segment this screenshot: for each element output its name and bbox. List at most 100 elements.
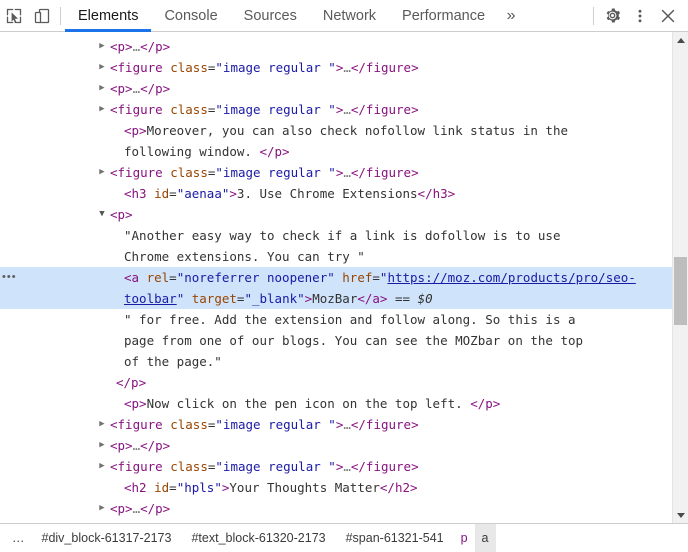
dom-tree-row[interactable]: following window. </p>	[0, 141, 672, 162]
scrollbar-thumb[interactable]	[674, 257, 687, 325]
dom-tree-row-content: <p>	[110, 207, 133, 222]
expand-triangle-icon[interactable]: ▶	[96, 36, 108, 57]
dom-token-tg: <p>	[110, 81, 133, 96]
dom-tree-row[interactable]: ▶ <figure class="image regular ">…</figur…	[0, 99, 672, 120]
expand-triangle-icon[interactable]: ▶	[96, 162, 108, 183]
dom-tree-row[interactable]: ▶<p>…</p>	[0, 498, 672, 519]
dom-token-an: class	[170, 417, 208, 432]
dom-tree-row-content: <figure class="image regular ">…</figure…	[110, 417, 419, 432]
dom-token-tg: </p>	[116, 375, 147, 390]
dom-token-tg: </figure>	[350, 459, 419, 474]
tab-console[interactable]: Console	[151, 0, 230, 32]
dom-token-tg: </figure>	[350, 102, 419, 117]
expand-triangle-icon[interactable]: ▶	[96, 99, 108, 120]
more-tabs-icon[interactable]: »	[498, 0, 524, 32]
dom-tree[interactable]: ▶ <p>…</p> ▶ <figure class="image regular "…	[0, 32, 672, 523]
dom-token-tg: <figure	[110, 60, 163, 75]
dom-tree-row[interactable]: ▶<p>…</p>	[0, 435, 672, 456]
dom-token-tg: </p>	[140, 522, 170, 523]
breadcrumb-item[interactable]: p	[454, 524, 475, 552]
breadcrumb-item[interactable]: #text_block-61320-2173	[181, 524, 335, 552]
dom-token-tg: <p>	[124, 396, 147, 411]
expand-triangle-icon[interactable]: ▶	[96, 498, 108, 519]
dom-token-ell: …	[132, 438, 141, 453]
dom-tree-row[interactable]: ▶<p>…</p>	[0, 78, 672, 99]
dom-tree-row-content: page from one of our blogs. You can see …	[124, 333, 583, 348]
dom-token-ell: …	[343, 102, 351, 117]
dom-tree-row[interactable]: <p>Moreover, you can also check nofollow…	[0, 120, 672, 141]
scroll-up-arrow-icon[interactable]	[673, 32, 688, 48]
dom-token-av: "hpls"	[176, 480, 222, 495]
kebab-menu-icon[interactable]	[626, 2, 654, 30]
dom-token-ell: …	[132, 39, 141, 54]
dom-token-tg: </figure>	[350, 165, 419, 180]
expand-triangle-icon[interactable]: ▶	[96, 519, 108, 523]
dom-tree-row-content: <figure class="image regular ">…</figure…	[110, 459, 419, 474]
dom-tree-row-content: <figure class="image regular ">…</figure…	[110, 165, 419, 180]
dom-token-tg: <p>	[110, 39, 133, 54]
dom-token-tg: >	[229, 186, 237, 201]
dom-tree-row[interactable]: Chrome extensions. You can try "	[0, 246, 672, 267]
dom-token-ell: …	[343, 459, 351, 474]
breadcrumb-item[interactable]: #span-61321-541	[336, 524, 454, 552]
dom-tree-row-content: Chrome extensions. You can try "	[124, 249, 365, 264]
breadcrumb-item[interactable]: …	[6, 524, 32, 552]
dom-token-ell: …	[343, 165, 351, 180]
gear-icon[interactable]	[598, 2, 626, 30]
dom-token-tg: <figure	[110, 165, 163, 180]
dom-token-txt: of the page."	[124, 354, 222, 369]
dom-tree-row[interactable]: <p>Now click on the pen icon on the top …	[0, 393, 672, 414]
dom-tree-row[interactable]: ▶ <figure class="image regular ">…</figur…	[0, 57, 672, 78]
expand-triangle-icon[interactable]: ▶	[96, 78, 108, 99]
dom-token-pn	[184, 291, 192, 306]
dom-tree-row[interactable]: <h2 id="hpls">Your Thoughts Matter</h2>	[0, 477, 672, 498]
dom-tree-row[interactable]: ▶ <figure class="image regular ">…</figur…	[0, 456, 672, 477]
dom-token-an: href	[342, 270, 373, 285]
expand-triangle-icon[interactable]: ▶	[96, 456, 108, 477]
tab-elements[interactable]: Elements	[65, 0, 152, 32]
tab-performance[interactable]: Performance	[389, 0, 498, 32]
dom-token-pn: =	[372, 270, 380, 285]
device-toolbar-icon[interactable]	[28, 2, 56, 30]
dom-tree-row-content: <figure class="image regular ">…</figure…	[110, 60, 419, 75]
dom-tree-row[interactable]: "Another easy way to check if a link is …	[0, 225, 672, 246]
dom-token-tg: </p>	[259, 144, 290, 159]
tab-sources[interactable]: Sources	[231, 0, 310, 32]
dom-tree-row-content: <p>Now click on the pen icon on the top …	[124, 396, 500, 411]
expand-triangle-icon[interactable]: ▶	[96, 435, 108, 456]
expand-triangle-icon[interactable]: ▶	[96, 414, 108, 435]
dom-token-an: rel	[146, 270, 170, 285]
dom-tree-row[interactable]: ▶ <figure class="image regular ">…</figur…	[0, 414, 672, 435]
inspect-element-icon[interactable]	[0, 2, 28, 30]
dom-tree-row[interactable]: ••• <a rel="noreferrer noopener" href="ht…	[0, 267, 672, 309]
collapse-triangle-icon[interactable]: ▼	[96, 204, 108, 225]
dom-tree-row[interactable]: page from one of our blogs. You can see …	[0, 330, 672, 351]
close-icon[interactable]	[654, 2, 682, 30]
dom-token-av: "image regular "	[215, 417, 336, 432]
dom-tree-row[interactable]: ▼ <p>	[0, 204, 672, 225]
scroll-down-arrow-icon[interactable]	[673, 507, 688, 523]
dom-tree-row-content: following window. </p>	[124, 144, 290, 159]
dom-tree-row-content: <p>…</p>	[110, 39, 170, 54]
dom-tree-row[interactable]: ▶<p>…</p>	[0, 36, 672, 57]
dom-token-ell: …	[132, 81, 141, 96]
dom-tree-row[interactable]: ▶ <figure class="image regular ">…</figur…	[0, 162, 672, 183]
dom-token-av: "noreferrer noopener"	[176, 270, 335, 285]
dom-token-txt: "Another easy way to check if a link is …	[124, 228, 561, 243]
dom-tree-row[interactable]: of the page."	[0, 351, 672, 372]
dom-tree-row[interactable]: ▶<p>…</p>	[0, 519, 672, 523]
dom-token-tg: <a	[124, 270, 140, 285]
dom-token-tg: </figure>	[350, 417, 419, 432]
tab-network[interactable]: Network	[310, 0, 389, 32]
dom-tree-scrollbar[interactable]	[672, 32, 688, 523]
dom-token-txt: 3. Use Chrome Extensions	[236, 186, 418, 201]
breadcrumb-item[interactable]: a	[474, 523, 496, 552]
dom-token-tg: <figure	[110, 459, 163, 474]
dom-tree-row[interactable]: </p>	[0, 372, 672, 393]
dom-tree-row[interactable]: <h3 id="aenaa">3. Use Chrome Extensions<…	[0, 183, 672, 204]
dom-token-tg: </p>	[470, 396, 501, 411]
node-badge-ellipsis-icon[interactable]: •••	[2, 267, 17, 288]
expand-triangle-icon[interactable]: ▶	[96, 57, 108, 78]
breadcrumb-item[interactable]: #div_block-61317-2173	[32, 524, 182, 552]
dom-tree-row[interactable]: " for free. Add the extension and follow…	[0, 309, 672, 330]
